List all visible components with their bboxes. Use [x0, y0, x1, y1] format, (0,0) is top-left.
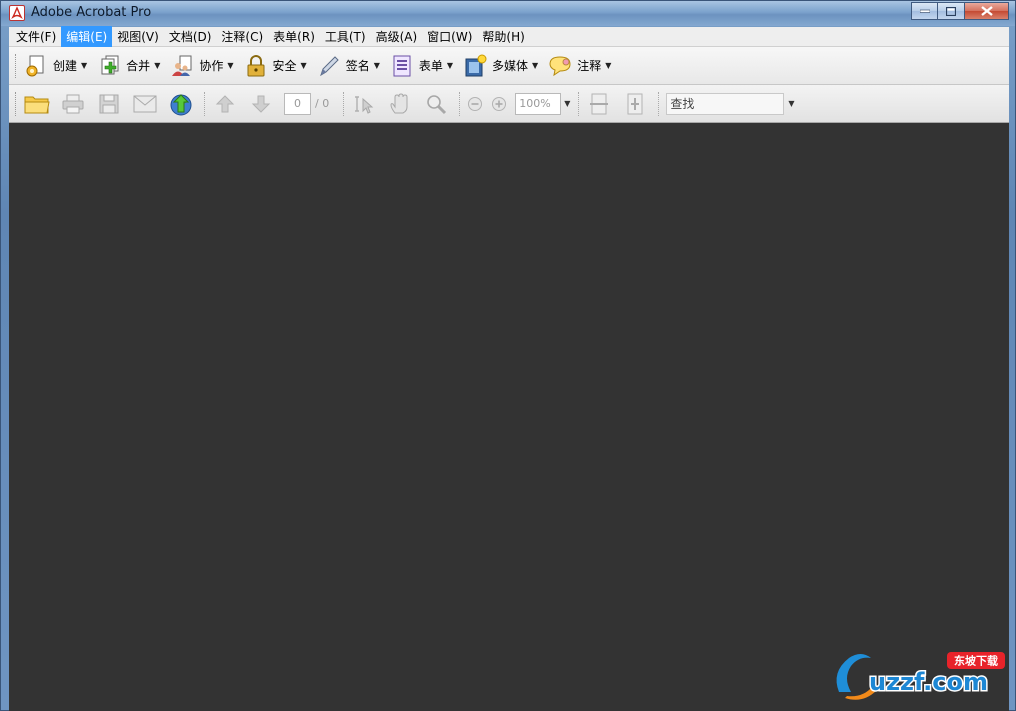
menu-file[interactable]: 文件(F): [11, 26, 61, 47]
menu-document[interactable]: 文档(D): [164, 26, 217, 47]
zoom-dropdown-icon[interactable]: ▼: [564, 99, 570, 108]
zoom-tool-icon: [427, 94, 447, 114]
menu-edit[interactable]: 编辑(E): [61, 26, 113, 47]
combine-label: 合并: [126, 59, 151, 73]
close-button[interactable]: [965, 2, 1009, 20]
chevron-down-icon: ▼: [300, 61, 307, 70]
fit-page-button[interactable]: [622, 91, 648, 117]
sign-label: 签名: [345, 59, 370, 73]
find-dropdown-icon[interactable]: ▼: [788, 99, 794, 108]
title-bar[interactable]: Adobe Acrobat Pro: [1, 1, 1015, 26]
email-button[interactable]: [132, 91, 158, 117]
combine-files-icon: [101, 55, 119, 74]
menu-tools[interactable]: 工具(T): [320, 26, 371, 47]
collaborate-people-icon: [172, 55, 192, 76]
chevron-down-icon: ▼: [373, 61, 380, 70]
globe-upload-icon: [170, 93, 192, 115]
hand-icon: [390, 92, 408, 113]
document-pane[interactable]: [9, 123, 1009, 711]
envelope-icon: [133, 95, 157, 112]
menu-window[interactable]: 窗口(W): [422, 26, 477, 47]
menu-advanced[interactable]: 高级(A): [371, 26, 423, 47]
collaborate-label: 协作: [199, 59, 224, 73]
hand-tool-button[interactable]: [387, 91, 413, 117]
text-cursor-arrow-icon: [355, 95, 374, 114]
printer-icon: [62, 94, 84, 113]
comment-label: 注释: [577, 59, 602, 73]
page-number-input[interactable]: 0: [284, 92, 311, 115]
next-page-button[interactable]: [248, 91, 274, 117]
forms-button[interactable]: 表单 ▼: [390, 51, 453, 81]
menu-view[interactable]: 视图(V): [112, 26, 164, 47]
toolbar-grip[interactable]: [15, 53, 18, 78]
toolbar-separator: [459, 91, 461, 116]
fit-page-icon: [627, 93, 643, 114]
watermark-text: uzzf.com: [869, 668, 988, 696]
toolbar-separator: [343, 91, 345, 116]
comment-button[interactable]: 注释 ▼: [548, 51, 611, 81]
secure-label: 安全: [272, 59, 297, 73]
maximize-button[interactable]: [938, 2, 965, 20]
zoom-level-input[interactable]: 100%: [515, 92, 562, 115]
chevron-down-icon: ▼: [532, 61, 539, 70]
acrobat-logo-icon: [9, 5, 25, 21]
watermark-sub: 东坡下载: [954, 654, 998, 668]
print-button[interactable]: [60, 91, 86, 117]
pen-icon: [319, 55, 339, 76]
marquee-zoom-button[interactable]: [423, 91, 449, 117]
select-tool-button[interactable]: [351, 91, 377, 117]
chevron-down-icon: ▼: [154, 61, 161, 70]
page-total: / 0: [315, 97, 330, 110]
toolbar-separator: [578, 91, 580, 116]
task-toolbar: 创建 ▼ 合并 ▼ 协作 ▼ 安全 ▼ 签名 ▼ 表单 ▼ 多媒体 ▼ 注释 ▼: [9, 47, 1009, 85]
menu-bar: 文件(F) 编辑(E) 视图(V) 文档(D) 注释(C) 表单(R) 工具(T…: [9, 26, 1009, 47]
create-pdf-icon: [26, 55, 44, 76]
chevron-down-icon: ▼: [446, 61, 454, 70]
save-button[interactable]: [96, 91, 122, 117]
chevron-down-icon: ▼: [605, 61, 612, 70]
toolbar-separator: [204, 91, 205, 116]
combine-button[interactable]: 合并 ▼: [97, 51, 160, 81]
fit-width-icon: [590, 93, 609, 114]
menu-comment[interactable]: 注释(C): [216, 26, 268, 47]
film-icon: [465, 54, 487, 76]
upload-button[interactable]: [168, 91, 194, 117]
create-button[interactable]: 创建 ▼: [24, 51, 87, 81]
zoom-out-button[interactable]: [467, 91, 483, 117]
toolbar-separator: [658, 91, 660, 116]
window-title: Adobe Acrobat Pro: [31, 5, 152, 20]
chevron-down-icon: ▼: [81, 61, 88, 70]
caption-buttons: [911, 2, 1009, 20]
minus-circle-icon: [468, 96, 483, 111]
speech-bubble-icon: [549, 55, 571, 76]
multimedia-label: 多媒体: [492, 59, 529, 73]
collaborate-button[interactable]: 协作 ▼: [170, 51, 234, 81]
secure-button[interactable]: 安全 ▼: [244, 51, 307, 81]
chevron-down-icon: ▼: [227, 61, 234, 70]
sign-button[interactable]: 签名 ▼: [317, 51, 380, 81]
uzzf-watermark-logo: 东坡下载 uzzf.com: [829, 648, 1009, 700]
menu-forms[interactable]: 表单(R): [268, 26, 320, 47]
open-button[interactable]: [24, 91, 50, 117]
arrow-down-icon: [251, 95, 271, 113]
lock-icon: [247, 54, 265, 76]
form-document-icon: [393, 55, 411, 76]
plus-circle-icon: [492, 96, 507, 111]
fit-width-button[interactable]: [586, 91, 612, 117]
folder-icon: [24, 96, 50, 113]
standard-toolbar: 0 / 0 100% ▼ 查找 ▼: [9, 85, 1009, 123]
menu-help[interactable]: 帮助(H): [477, 26, 529, 47]
app-window: Adobe Acrobat Pro 文件(F) 编辑(E) 视图(V) 文档(D…: [0, 0, 1016, 711]
forms-label: 表单: [418, 59, 443, 73]
find-input[interactable]: 查找: [666, 92, 785, 115]
floppy-disk-icon: [99, 94, 119, 113]
toolbar-grip[interactable]: [15, 91, 18, 116]
arrow-up-icon: [215, 94, 235, 112]
previous-page-button[interactable]: [212, 91, 238, 117]
zoom-in-button[interactable]: [491, 91, 507, 117]
minimize-button[interactable]: [911, 2, 938, 20]
create-label: 创建: [53, 59, 78, 73]
multimedia-button[interactable]: 多媒体 ▼: [463, 51, 538, 81]
